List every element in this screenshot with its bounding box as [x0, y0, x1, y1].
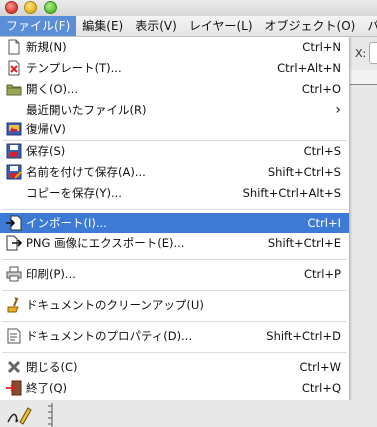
menu-item-label: 閉じる(C)	[26, 360, 78, 374]
menu-item-shortcut: Ctrl+Q	[301, 381, 341, 395]
chevron-right-icon: ›	[335, 102, 341, 118]
print-icon	[6, 266, 22, 282]
menu-item-label: 終了(Q)	[26, 381, 68, 395]
quit-icon	[6, 380, 22, 396]
menu-item-save-copy[interactable]: コピーを保存(Y)... Shift+Ctrl+Alt+S	[0, 183, 349, 203]
menu-view[interactable]: 表示(V)	[129, 16, 183, 36]
save-icon	[6, 143, 22, 159]
menu-item-template[interactable]: テンプレート(T)... Ctrl+Alt+N	[0, 58, 349, 78]
menu-item-shortcut: Ctrl+I	[307, 216, 342, 230]
properties-icon	[7, 328, 21, 344]
menu-item-label: 印刷(P)...	[26, 267, 76, 281]
menu-item-shortcut: Ctrl+W	[299, 360, 341, 374]
menu-item-label: ドキュメントのクリーンアップ(U)	[26, 298, 204, 312]
menu-item-revert[interactable]: 復帰(V)	[0, 119, 349, 139]
menu-item-label: 開く(O)...	[26, 82, 78, 96]
menu-item-shortcut: Ctrl+Alt+N	[277, 61, 341, 75]
x-coordinate-label: X:	[355, 47, 367, 60]
menu-separator	[2, 209, 347, 210]
menu-item-shortcut: Shift+Ctrl+E	[267, 236, 341, 250]
menu-item-shortcut: Shift+Ctrl+S	[267, 165, 341, 179]
menu-item-label: PNG 画像にエクスポート(E)...	[26, 236, 185, 250]
menu-item-shortcut: Ctrl+O	[301, 82, 341, 96]
window-titlebar	[0, 0, 377, 16]
menu-item-label: 保存(S)	[26, 144, 66, 158]
menu-item-quit[interactable]: 終了(Q) Ctrl+Q	[0, 378, 349, 398]
vertical-ruler-icon	[48, 403, 53, 427]
menu-item-export-png[interactable]: PNG 画像にエクスポート(E)... Shift+Ctrl+E	[0, 233, 349, 253]
menu-item-shortcut: Shift+Ctrl+Alt+S	[242, 186, 341, 200]
menu-edit[interactable]: 編集(E)	[76, 16, 129, 36]
menu-item-properties[interactable]: ドキュメントのプロパティ(D)... Shift+Ctrl+D	[0, 326, 349, 346]
menu-item-label: テンプレート(T)...	[26, 61, 122, 75]
menu-item-import[interactable]: インポート(I)... Ctrl+I	[0, 213, 349, 233]
menu-item-shortcut: Ctrl+S	[303, 144, 341, 158]
menu-item-new[interactable]: 新規(N) Ctrl+N	[0, 37, 349, 57]
menu-file[interactable]: ファイル(F)	[0, 16, 77, 36]
menu-separator	[2, 259, 347, 260]
minimize-window-button[interactable]	[24, 1, 37, 14]
menu-item-label: ドキュメントのプロパティ(D)...	[26, 329, 193, 343]
menu-item-label: 復帰(V)	[26, 122, 66, 136]
menu-item-shortcut: Shift+Ctrl+D	[266, 329, 341, 343]
file-menu-dropdown: 新規(N) Ctrl+N テンプレート(T)... Ctrl+Alt+N 開く(…	[0, 37, 350, 401]
menu-item-save[interactable]: 保存(S) Ctrl+S	[0, 141, 349, 161]
toolbox-area	[0, 400, 377, 427]
template-icon	[8, 60, 20, 76]
menu-item-label: 新規(N)	[26, 40, 67, 54]
cleanup-icon	[7, 297, 19, 313]
menu-item-print[interactable]: 印刷(P)... Ctrl+P	[0, 264, 349, 284]
close-window-button[interactable]	[5, 1, 18, 14]
menu-item-cleanup[interactable]: ドキュメントのクリーンアップ(U)	[0, 295, 349, 315]
close-icon	[7, 360, 21, 374]
menu-item-recent-files[interactable]: 最近開いたファイル(R) ›	[0, 100, 349, 120]
menu-item-save-as[interactable]: 名前を付けて保存(A)... Shift+Ctrl+S	[0, 162, 349, 182]
menu-separator	[2, 352, 347, 353]
x-coordinate-input[interactable]	[369, 42, 377, 64]
menu-item-open[interactable]: 開く(O)... Ctrl+O	[0, 79, 349, 99]
zoom-window-button[interactable]	[44, 1, 57, 14]
import-icon	[6, 215, 22, 231]
horizontal-ruler	[350, 70, 377, 85]
canvas-area	[349, 37, 377, 427]
menu-layer[interactable]: レイヤー(L)	[183, 16, 259, 36]
revert-icon	[6, 122, 22, 136]
menubar: ファイル(F) 編集(E) 表示(V) レイヤー(L) オブジェクト(O) パ	[0, 16, 377, 37]
menu-item-label: コピーを保存(Y)...	[26, 186, 122, 200]
open-folder-icon	[6, 84, 22, 96]
save-as-icon	[6, 164, 22, 180]
menu-item-close[interactable]: 閉じる(C) Ctrl+W	[0, 357, 349, 377]
export-icon	[6, 235, 22, 251]
menu-item-label: 最近開いたファイル(R)	[26, 103, 147, 117]
menu-separator	[2, 321, 347, 322]
menu-separator	[2, 290, 347, 291]
new-document-icon	[8, 39, 20, 55]
menu-item-shortcut: Ctrl+N	[302, 40, 341, 54]
menu-item-label: インポート(I)...	[26, 216, 107, 230]
menu-object[interactable]: オブジェクト(O)	[259, 16, 362, 36]
menu-path[interactable]: パ	[361, 16, 377, 36]
menu-item-label: 名前を付けて保存(A)...	[26, 165, 146, 179]
calligraphy-tool-icon[interactable]	[6, 404, 32, 426]
menu-item-shortcut: Ctrl+P	[303, 267, 341, 281]
